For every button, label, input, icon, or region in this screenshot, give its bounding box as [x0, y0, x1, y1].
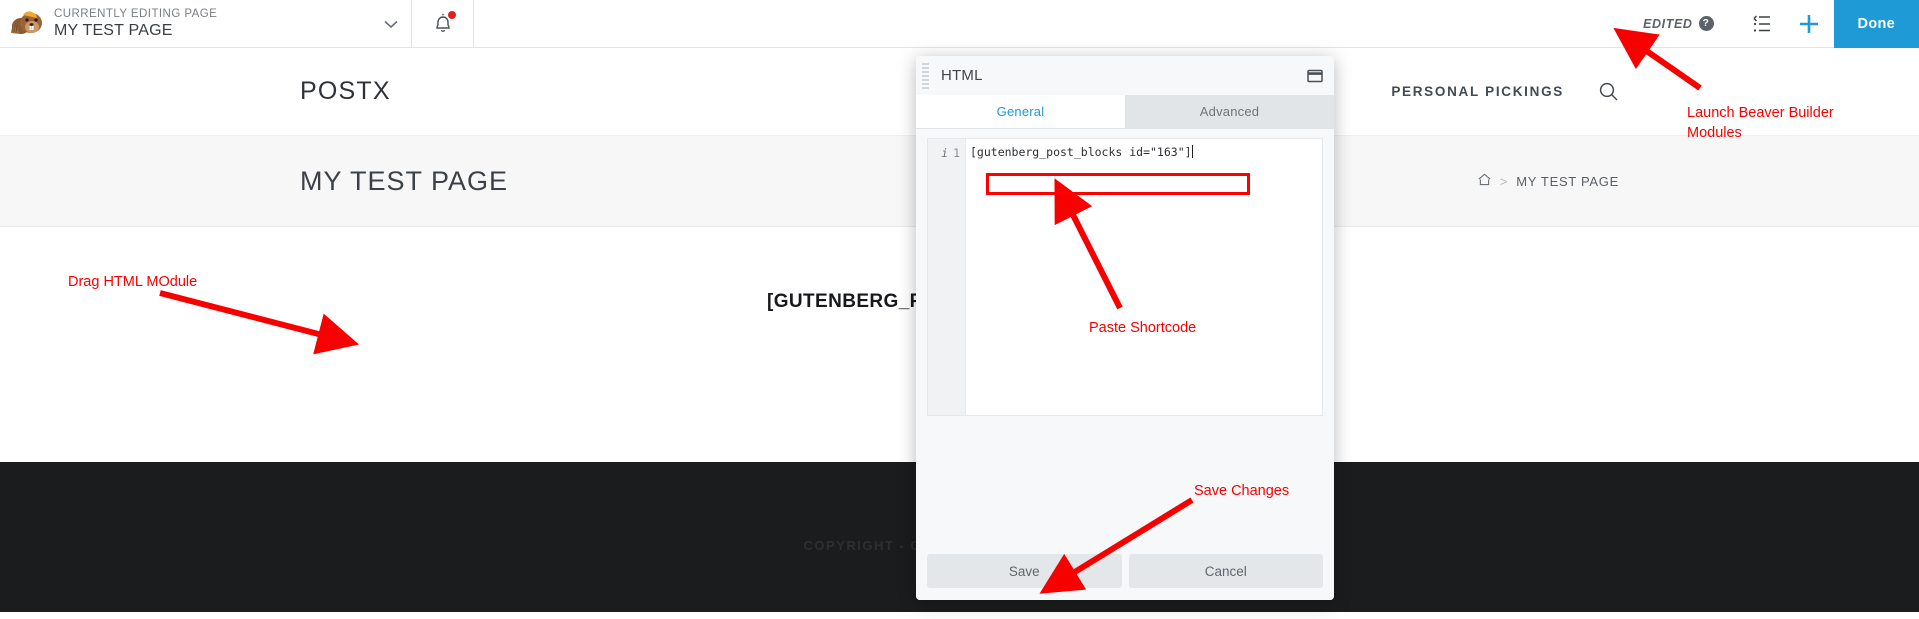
notifications-button[interactable] — [412, 0, 474, 47]
drag-grip-icon[interactable] — [916, 56, 934, 95]
builder-bar-spacer — [474, 0, 1643, 47]
tab-general[interactable]: General — [916, 95, 1125, 128]
edited-label: EDITED — [1643, 17, 1692, 31]
annotation-drag-module: Drag HTML MOdule — [68, 272, 197, 292]
annotation-paste-shortcode: Paste Shortcode — [1089, 318, 1196, 338]
edited-status[interactable]: EDITED ? — [1643, 16, 1713, 31]
line-number: 1 — [953, 146, 960, 160]
nav-item-personal-pickings[interactable]: PERSONAL PICKINGS — [1391, 84, 1564, 99]
builder-admin-bar: CURRENTLY EDITING PAGE MY TEST PAGE EDIT… — [0, 0, 1919, 48]
modal-footer: Save Cancel — [916, 542, 1334, 600]
notification-badge-dot — [448, 11, 456, 19]
done-button[interactable]: Done — [1834, 0, 1919, 48]
cancel-button[interactable]: Cancel — [1129, 554, 1324, 588]
lint-info-icon[interactable]: i — [941, 146, 948, 160]
editing-page-name: MY TEST PAGE — [54, 21, 371, 41]
beaver-logo-icon[interactable] — [10, 7, 44, 41]
site-navigation: PERSONAL PICKINGS — [1391, 81, 1619, 102]
modal-header[interactable]: HTML — [916, 56, 1334, 95]
annotation-launch-modules: Launch Beaver Builder Modules — [1687, 103, 1834, 143]
notification-bell-icon[interactable] — [432, 12, 454, 36]
text-caret — [1192, 145, 1193, 158]
code-editor-gutter: i 1 — [928, 139, 966, 415]
builder-bar-actions: EDITED ? Done — [1643, 0, 1919, 47]
add-module-button[interactable] — [1784, 0, 1834, 48]
code-text: [gutenberg_post_blocks id="163"] — [970, 145, 1192, 159]
tab-advanced[interactable]: Advanced — [1125, 95, 1334, 128]
window-mode-icon[interactable] — [1296, 56, 1334, 95]
home-icon[interactable] — [1477, 172, 1492, 190]
code-field-highlight-box — [986, 173, 1250, 195]
site-logo[interactable]: POSTX — [300, 77, 391, 106]
breadcrumb-separator: > — [1500, 174, 1508, 189]
annotation-save-changes: Save Changes — [1194, 481, 1289, 501]
builder-page-selector[interactable]: CURRENTLY EDITING PAGE MY TEST PAGE — [0, 0, 412, 47]
question-mark-icon[interactable]: ? — [1699, 16, 1714, 31]
chevron-down-icon[interactable] — [371, 14, 411, 34]
page-title: MY TEST PAGE — [300, 166, 508, 197]
breadcrumb: > MY TEST PAGE — [1477, 172, 1619, 190]
modal-title: HTML — [934, 67, 1296, 84]
modal-tabs: General Advanced — [916, 95, 1334, 129]
outline-list-icon[interactable] — [1740, 0, 1784, 48]
save-button[interactable]: Save — [927, 554, 1122, 588]
currently-editing-label: CURRENTLY EDITING PAGE — [54, 7, 371, 21]
breadcrumb-current: MY TEST PAGE — [1516, 174, 1619, 189]
search-icon[interactable] — [1598, 81, 1619, 102]
builder-editing-text: CURRENTLY EDITING PAGE MY TEST PAGE — [54, 7, 371, 41]
